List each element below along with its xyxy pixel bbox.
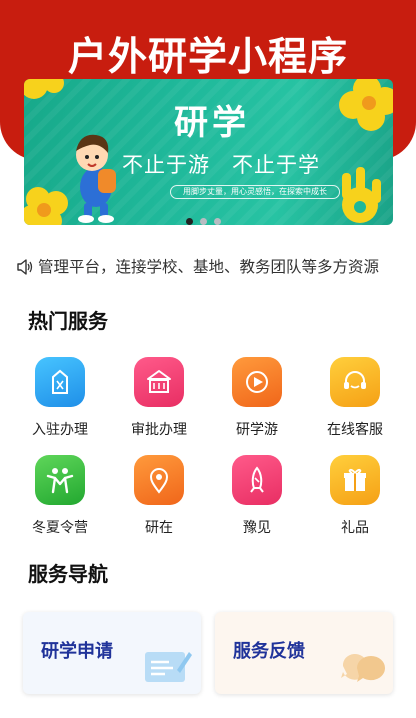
service-item-camp[interactable]: 冬夏令营 (11, 455, 109, 537)
card-label: 研学申请 (41, 641, 113, 662)
speaker-icon (17, 259, 33, 275)
card-label: 服务反馈 (233, 641, 305, 662)
banner-carousel[interactable]: 研学 不止于游 不止于学 用脚步丈量，用心灵感悟，在探索中成长 (24, 79, 393, 225)
notice-bar[interactable]: 管理平台，连接学校、基地、教务团队等多方资源 (14, 256, 416, 278)
service-label: 豫见 (243, 520, 271, 536)
service-label: 入驻办理 (32, 422, 88, 438)
approval-building-icon (134, 357, 184, 407)
rocket-icon (232, 455, 282, 505)
form-card-icon (145, 652, 192, 682)
service-item-yanzai[interactable]: 研在 (110, 455, 208, 537)
service-item-customer-service[interactable]: 在线客服 (306, 357, 404, 439)
location-pin-icon (134, 455, 184, 505)
service-label: 冬夏令营 (32, 520, 88, 536)
study-apply-card[interactable]: 研学申请 (23, 612, 201, 694)
carousel-indicator (186, 218, 221, 225)
hot-services-title: 热门服务 (28, 309, 108, 333)
flower-decoration-icon (339, 79, 393, 131)
carousel-dot[interactable] (200, 218, 207, 225)
service-item-approval[interactable]: 审批办理 (110, 357, 208, 439)
carousel-dot[interactable] (186, 218, 193, 225)
study-tour-play-icon (232, 357, 282, 407)
banner-title: 研学 (174, 103, 250, 143)
service-label: 研在 (145, 520, 173, 536)
banner-subtitle: 不止于游 不止于学 (122, 153, 320, 177)
camp-people-icon (35, 455, 85, 505)
feedback-bubble-icon (341, 653, 386, 682)
app-title: 户外研学小程序 (67, 35, 348, 80)
service-nav-title: 服务导航 (28, 562, 108, 586)
service-label: 在线客服 (327, 422, 383, 438)
customer-service-icon (330, 357, 380, 407)
carousel-dot[interactable] (214, 218, 221, 225)
service-item-settle-in[interactable]: 入驻办理 (11, 357, 109, 439)
service-label: 审批办理 (131, 422, 187, 438)
notice-text: 管理平台，连接学校、基地、教务团队等多方资源 (38, 258, 380, 276)
service-label: 礼品 (341, 520, 369, 536)
hand-decoration-icon (342, 167, 381, 223)
service-item-gift[interactable]: 礼品 (306, 455, 404, 537)
service-label: 研学游 (236, 422, 278, 438)
banner-caption: 用脚步丈量，用心灵感悟，在探索中成长 (170, 185, 340, 199)
service-feedback-card[interactable]: 服务反馈 (215, 612, 393, 694)
service-item-yujian[interactable]: 豫见 (208, 455, 306, 537)
settle-in-icon (35, 357, 85, 407)
gift-icon (330, 455, 380, 505)
service-item-study-tour[interactable]: 研学游 (208, 357, 306, 439)
